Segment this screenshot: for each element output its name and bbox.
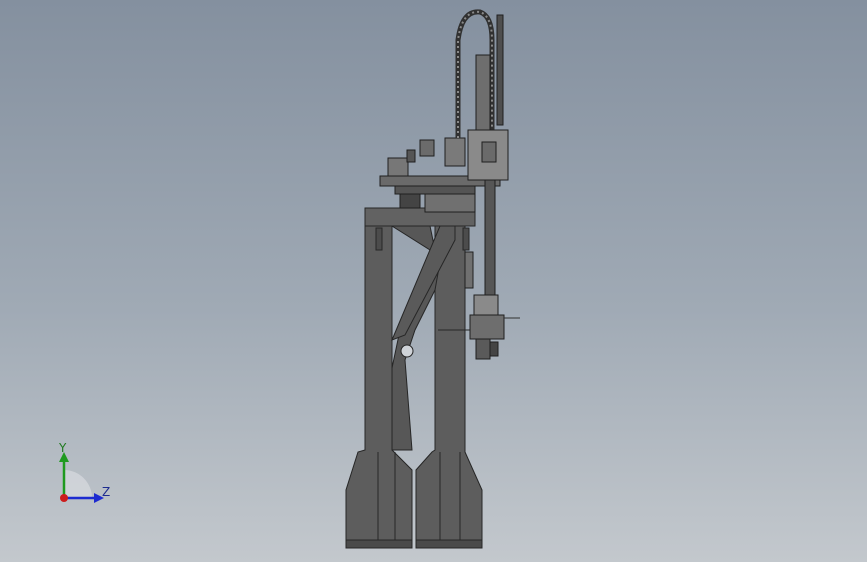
frame-hole — [400, 344, 414, 358]
machine-model[interactable] — [0, 0, 867, 562]
x-axis-dot — [60, 494, 68, 502]
y-axis-label: Y — [59, 441, 67, 455]
z-axis-label: Z — [102, 485, 111, 499]
graphics-viewport[interactable]: Y Z — [0, 0, 867, 562]
triad-plane — [64, 470, 92, 498]
orientation-triad — [40, 440, 120, 510]
